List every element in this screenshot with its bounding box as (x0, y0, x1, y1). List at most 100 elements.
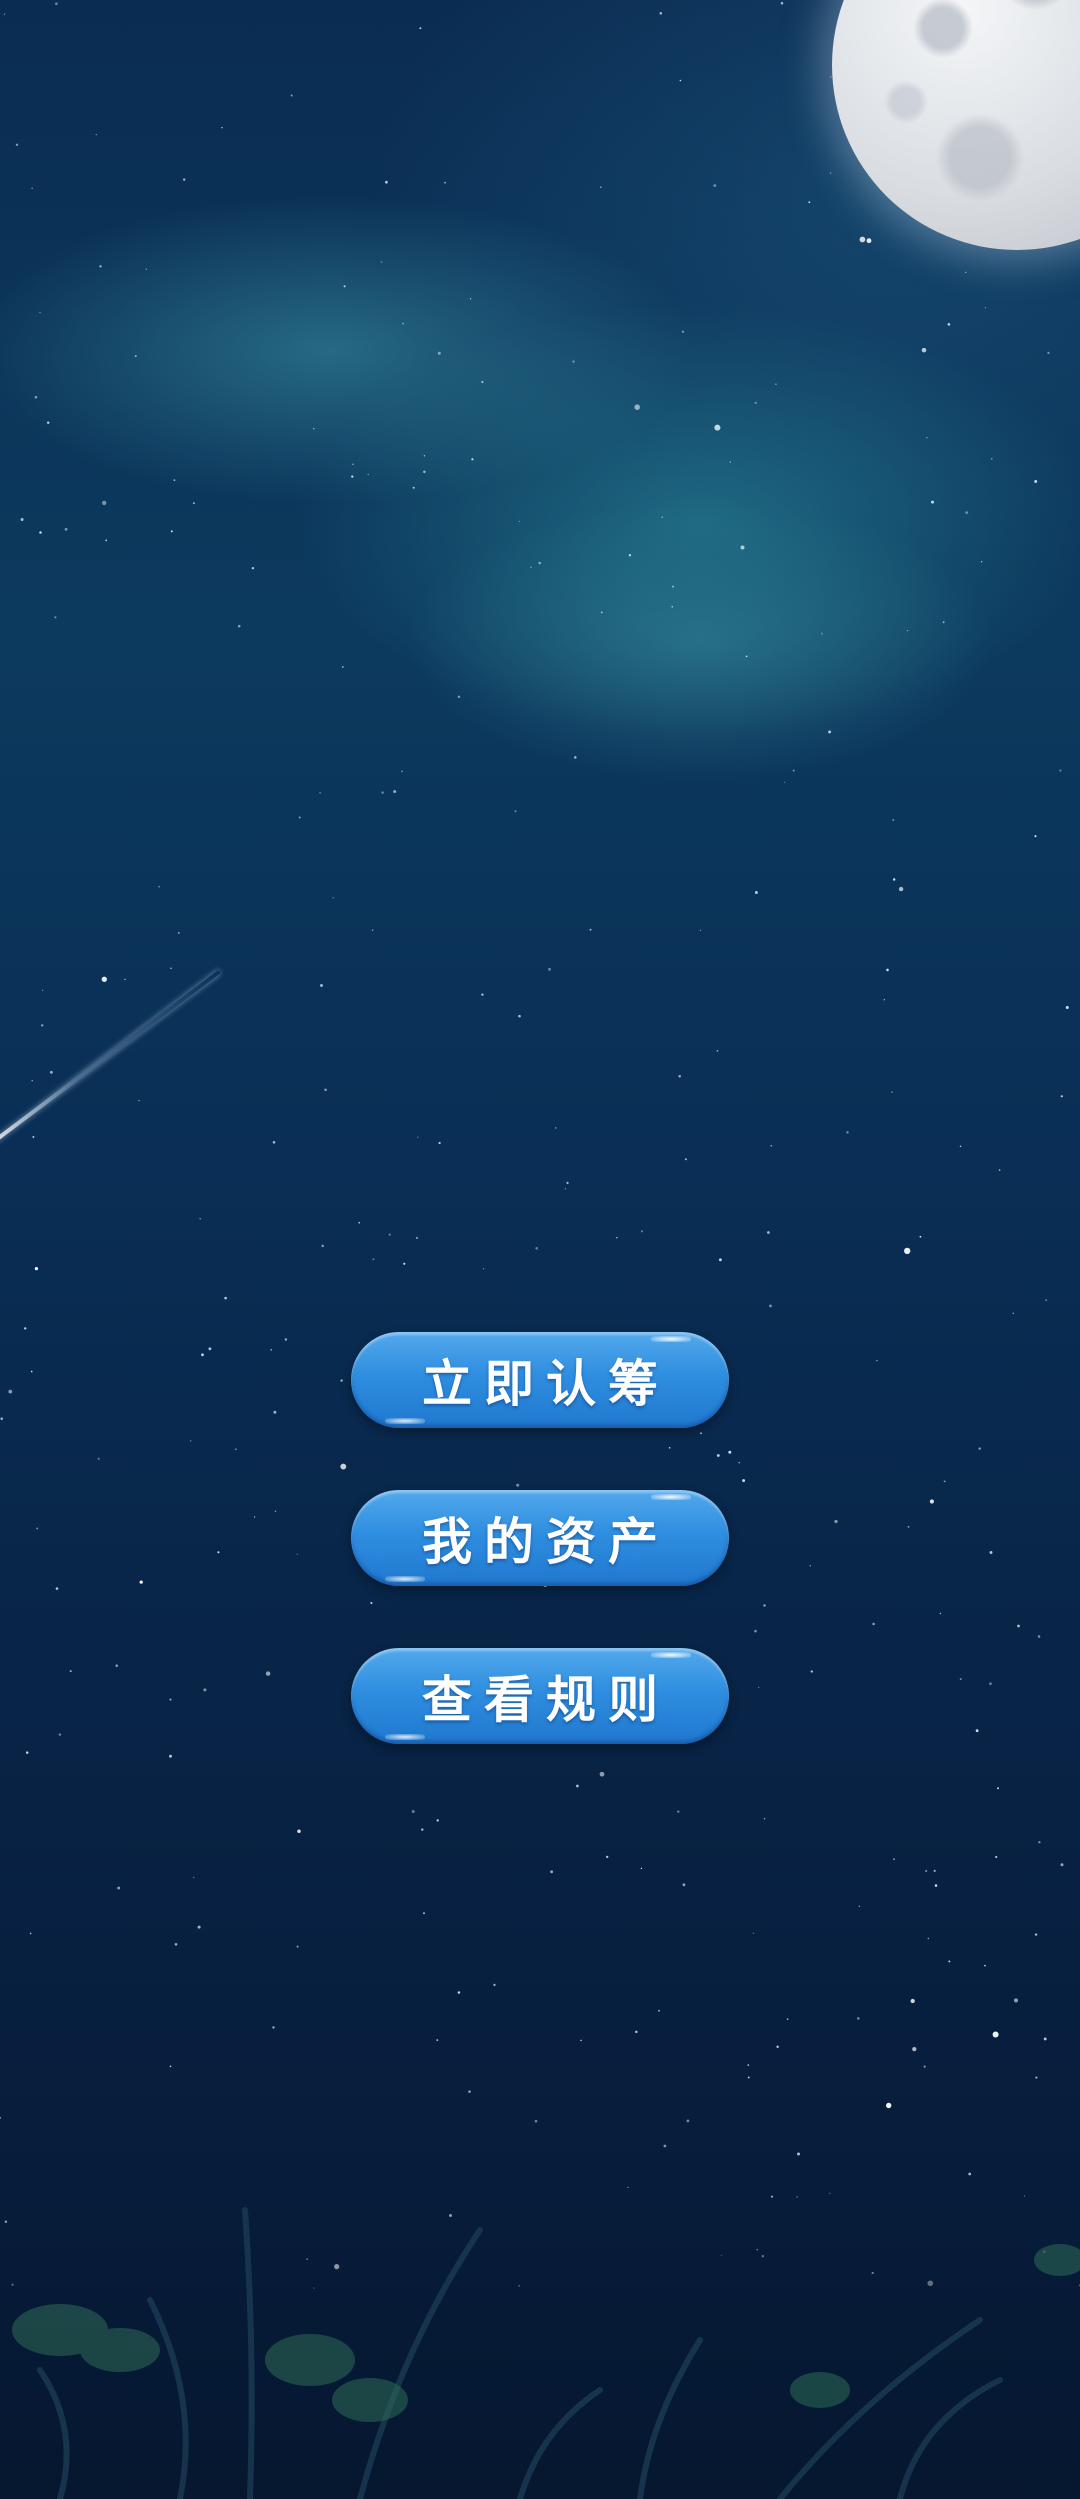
star (481, 993, 484, 996)
star (934, 1884, 938, 1887)
star (729, 461, 731, 463)
star (792, 769, 795, 772)
star (763, 1604, 766, 1607)
star (69, 1670, 72, 1673)
star (516, 1483, 520, 1487)
star (145, 268, 147, 270)
star (747, 2076, 750, 2079)
star (923, 2065, 926, 2068)
star (718, 1258, 722, 1262)
star (493, 1983, 496, 1987)
star (32, 1136, 35, 1138)
star (906, 629, 909, 632)
star (319, 791, 321, 794)
star (158, 885, 160, 888)
subscribe-now-button[interactable]: 立即认筹 (351, 1332, 729, 1428)
star (421, 1828, 424, 1831)
star (998, 1169, 1001, 1171)
star (821, 632, 823, 635)
star (550, 1870, 554, 1874)
star (1034, 835, 1037, 838)
star (767, 1231, 770, 1234)
star (320, 984, 323, 987)
star (8, 1389, 13, 1394)
star (927, 1937, 929, 1940)
star (661, 516, 664, 519)
star (42, 989, 44, 991)
star (659, 12, 663, 15)
star (169, 1754, 172, 1758)
star (403, 1262, 406, 1265)
star (786, 2018, 789, 2020)
star (173, 479, 176, 481)
star (444, 181, 446, 184)
star (978, 1447, 981, 1450)
star (931, 500, 934, 504)
star (273, 1410, 277, 1414)
star (25, 1751, 29, 1754)
star (332, 897, 334, 899)
star (572, 360, 575, 363)
star (783, 781, 786, 783)
star (224, 1296, 227, 1300)
star (716, 1049, 719, 1052)
star (457, 1991, 461, 1994)
star (752, 1932, 755, 1934)
star (754, 401, 757, 405)
star (742, 1479, 746, 1483)
star (716, 1454, 720, 1457)
star (600, 611, 603, 614)
star (1047, 351, 1050, 355)
star (699, 929, 702, 932)
star (1017, 1624, 1020, 1628)
star (388, 1233, 391, 1236)
star (64, 527, 68, 531)
star (138, 1099, 140, 1102)
star (921, 347, 927, 353)
star (312, 427, 315, 430)
star (1038, 1841, 1041, 1844)
star (754, 1629, 757, 1633)
star (566, 1181, 569, 1185)
star (808, 201, 811, 204)
star (55, 1587, 59, 1590)
star (714, 424, 721, 431)
star (139, 1580, 143, 1584)
star (393, 790, 397, 793)
star (518, 1014, 521, 1018)
star (939, 1612, 942, 1615)
my-assets-button[interactable]: 我的资产 (351, 1490, 729, 1586)
star (417, 1136, 419, 1138)
star (883, 999, 885, 1001)
star (738, 1461, 741, 1464)
star (616, 1237, 618, 1239)
star (640, 1867, 643, 1870)
star (358, 1221, 361, 1224)
star (115, 1664, 118, 1667)
star (713, 184, 717, 188)
star (959, 1145, 962, 1148)
star (436, 2039, 439, 2042)
star (530, 566, 532, 569)
star (95, 133, 98, 136)
star (538, 561, 541, 565)
star (640, 1230, 644, 1233)
star (775, 383, 777, 385)
star (251, 566, 255, 570)
star (846, 1131, 849, 1134)
star (886, 968, 889, 972)
star (352, 463, 354, 466)
star (1013, 1998, 1019, 2003)
star (55, 2, 58, 6)
view-rules-button[interactable]: 查看规则 (351, 1648, 729, 1744)
star (340, 1379, 343, 1382)
star (20, 518, 24, 521)
star (296, 1553, 298, 1555)
star (657, 2009, 661, 2012)
star (272, 2026, 275, 2029)
star (859, 236, 866, 243)
star (984, 1964, 986, 1967)
star (564, 1188, 567, 1190)
star (0, 1417, 3, 1420)
star (189, 1440, 192, 1442)
